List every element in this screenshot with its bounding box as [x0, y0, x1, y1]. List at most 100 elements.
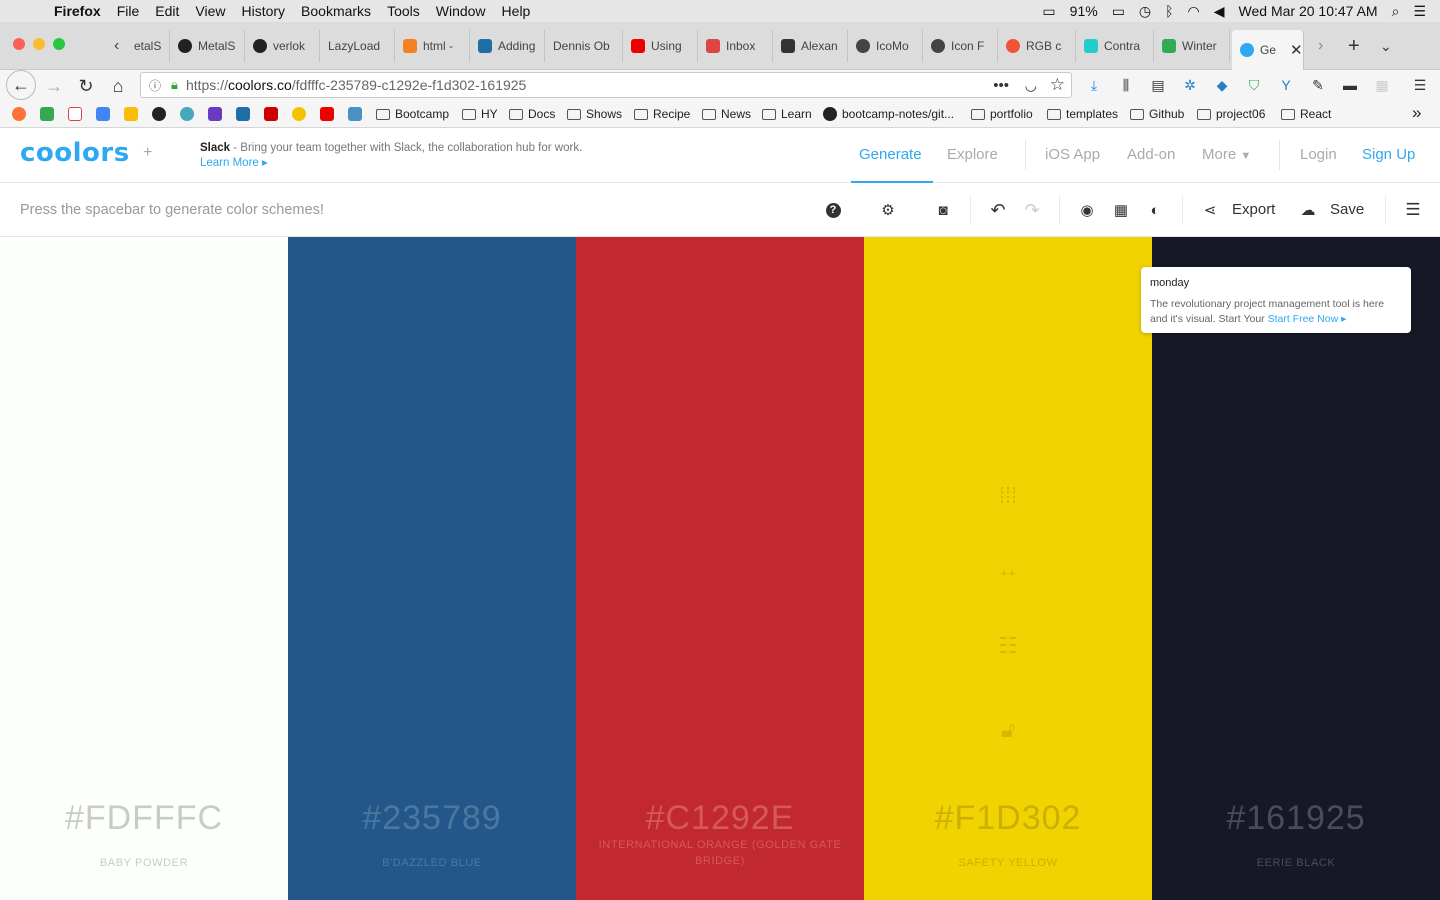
- color-name[interactable]: INTERNATIONAL ORANGE (GOLDEN GATE BRIDGE…: [592, 837, 848, 869]
- nav-generate[interactable]: Generate: [859, 146, 922, 163]
- image-icon[interactable]: [348, 107, 362, 121]
- lock-icon[interactable]: 🔓︎: [1001, 717, 1015, 743]
- time-machine-icon[interactable]: ◷: [1139, 3, 1151, 20]
- color-name[interactable]: B'DAZZLED BLUE: [304, 855, 560, 871]
- tab-list-icon[interactable]: ⌄: [1372, 30, 1396, 62]
- pocket-icon[interactable]: ◡: [1025, 77, 1037, 94]
- back-button[interactable]: ←: [6, 70, 36, 100]
- redo-icon[interactable]: ↷: [1022, 200, 1042, 220]
- maximize-window-button[interactable]: [53, 38, 65, 50]
- browser-tab[interactable]: RGB c: [998, 30, 1076, 62]
- url-text[interactable]: https://coolors.co/fdfffc-235789-c1292e-…: [186, 77, 526, 93]
- bookmarks-overflow-icon[interactable]: »: [1412, 103, 1421, 123]
- bookmark-folder[interactable]: HY: [462, 107, 498, 121]
- bookmark-folder[interactable]: Shows: [567, 107, 622, 121]
- library-icon[interactable]: ⫼: [1117, 76, 1135, 94]
- menu-icon[interactable]: ☰: [1403, 200, 1423, 220]
- extension-y-icon[interactable]: Y: [1277, 76, 1295, 94]
- close-tab-icon[interactable]: ✕: [1290, 41, 1303, 59]
- coolors-logo[interactable]: coolors: [20, 138, 130, 168]
- url-bar[interactable]: ⓘ 🔒︎ https://coolors.co/fdfffc-235789-c1…: [140, 72, 1072, 98]
- start-free-link[interactable]: Start Free Now ▸: [1268, 313, 1347, 325]
- plus-icon[interactable]: +: [143, 144, 152, 162]
- download-icon[interactable]: ⤓: [1085, 76, 1103, 94]
- battery-icon[interactable]: ▭: [1042, 3, 1055, 20]
- bluetooth-icon[interactable]: ᛒ: [1165, 3, 1173, 19]
- browser-tab[interactable]: Icon F: [923, 30, 998, 62]
- forward-button[interactable]: →: [40, 72, 68, 100]
- camera-icon[interactable]: ◙: [933, 200, 953, 220]
- extension-grid-icon[interactable]: ▦: [1373, 76, 1391, 94]
- browser-tab[interactable]: Contra: [1076, 30, 1154, 62]
- bookmark-folder[interactable]: project06: [1197, 107, 1265, 121]
- color-hex[interactable]: #FDFFFC: [0, 799, 288, 838]
- menu-app-name[interactable]: Firefox: [54, 3, 101, 19]
- bookmark-folder[interactable]: Github: [1130, 107, 1184, 121]
- share-icon[interactable]: ⋖: [1200, 200, 1220, 220]
- color-name[interactable]: SAFETY YELLOW: [880, 855, 1136, 871]
- color-swatch[interactable]: #235789 B'DAZZLED BLUE: [288, 237, 576, 900]
- grid-view-icon[interactable]: ▦: [1111, 200, 1131, 220]
- bookmark-folder[interactable]: Recipe: [634, 107, 690, 121]
- home-button[interactable]: ⌂: [104, 72, 132, 100]
- eye-icon[interactable]: ◉: [1077, 200, 1097, 220]
- browser-tab-active[interactable]: Ge ✕: [1232, 30, 1304, 70]
- signup-link[interactable]: Sign Up: [1362, 146, 1415, 163]
- browser-tab[interactable]: Inbox: [698, 30, 773, 62]
- browser-tab[interactable]: Adding: [470, 30, 545, 62]
- color-hex[interactable]: #F1D302: [864, 799, 1152, 838]
- browser-tab[interactable]: verlok: [245, 30, 320, 62]
- bookmark-github-link[interactable]: bootcamp-notes/git...: [823, 107, 954, 121]
- browser-tab[interactable]: Winter: [1154, 30, 1230, 62]
- browser-tab[interactable]: Dennis Ob: [545, 30, 623, 62]
- browser-tab[interactable]: Alexan: [773, 30, 848, 62]
- bookmark-folder[interactable]: Learn: [762, 107, 812, 121]
- crown-icon[interactable]: [292, 107, 306, 121]
- github-icon[interactable]: [152, 107, 166, 121]
- menu-edit[interactable]: Edit: [155, 3, 179, 19]
- eyedropper-icon[interactable]: ✎: [1309, 76, 1327, 94]
- color-hex[interactable]: #235789: [288, 799, 576, 838]
- undo-icon[interactable]: ↶: [988, 200, 1008, 220]
- bookmark-folder[interactable]: templates: [1047, 107, 1118, 121]
- login-link[interactable]: Login: [1300, 146, 1337, 163]
- menu-view[interactable]: View: [195, 3, 225, 19]
- shades-grid-icon[interactable]: ⁞⁞⁞: [999, 483, 1017, 509]
- info-icon[interactable]: ⓘ: [149, 77, 161, 94]
- sidebar-icon[interactable]: ▤: [1149, 76, 1167, 94]
- color-swatch[interactable]: #FDFFFC BABY POWDER: [0, 237, 288, 900]
- menu-file[interactable]: File: [117, 3, 140, 19]
- bookmark-folder[interactable]: portfolio: [971, 107, 1033, 121]
- extension-badge-icon[interactable]: ◆: [1213, 76, 1231, 94]
- bookmark-folder[interactable]: Docs: [509, 107, 555, 121]
- contrast-icon[interactable]: ◐: [1145, 200, 1165, 220]
- menu-history[interactable]: History: [241, 3, 285, 19]
- learn-more-link[interactable]: Learn More ▸: [200, 157, 268, 169]
- forms-icon[interactable]: [208, 107, 222, 121]
- nav-explore[interactable]: Explore: [947, 146, 998, 163]
- extension-shield-icon[interactable]: ⛉: [1245, 76, 1263, 94]
- browser-tab[interactable]: MetalS: [170, 30, 245, 62]
- bookmark-folder[interactable]: Bootcamp: [376, 107, 449, 121]
- bookmark-folder[interactable]: News: [702, 107, 751, 121]
- color-name[interactable]: BABY POWDER: [16, 855, 272, 871]
- color-name[interactable]: EERIE BLACK: [1168, 855, 1424, 871]
- browser-tab[interactable]: etalS: [126, 30, 170, 62]
- new-tab-icon[interactable]: +: [1340, 30, 1364, 62]
- maps-icon[interactable]: [40, 107, 54, 121]
- menu-window[interactable]: Window: [436, 3, 486, 19]
- browser-tab[interactable]: html -: [395, 30, 470, 62]
- browser-tab[interactable]: LazyLoad: [320, 30, 395, 62]
- help-icon[interactable]: ?: [823, 200, 843, 220]
- youtube-icon[interactable]: [320, 107, 334, 121]
- browser-tab[interactable]: IcoMo: [848, 30, 923, 62]
- menu-bookmarks[interactable]: Bookmarks: [301, 3, 371, 19]
- adjust-sliders-icon[interactable]: ☷: [998, 633, 1018, 659]
- bookmark-star-icon[interactable]: ☆: [1050, 75, 1065, 95]
- notification-center-icon[interactable]: ☰: [1413, 3, 1426, 20]
- nav-ios-app[interactable]: iOS App: [1045, 146, 1100, 163]
- spotlight-icon[interactable]: ⌕: [1392, 3, 1400, 20]
- tab-scroll-right-icon[interactable]: ›: [1310, 30, 1334, 62]
- keep-icon[interactable]: [124, 107, 138, 121]
- close-window-button[interactable]: [13, 38, 25, 50]
